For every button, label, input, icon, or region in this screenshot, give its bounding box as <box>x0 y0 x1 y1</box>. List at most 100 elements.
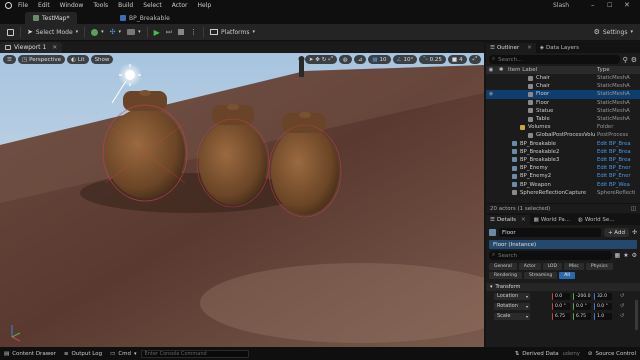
col-item-label[interactable]: Item Label <box>506 67 597 73</box>
menu-select[interactable]: Select <box>138 2 167 9</box>
value-field-y[interactable]: 0.0 ° <box>573 302 591 310</box>
console-input[interactable]: Enter Console Command <box>140 349 249 358</box>
grid-snap[interactable]: ▦ 10 <box>368 55 391 64</box>
edit-blueprint-link[interactable]: Edit BP_Brea <box>597 149 631 155</box>
viewport-options-button[interactable]: ☰ <box>3 55 16 64</box>
details-scrollbar[interactable] <box>635 300 638 330</box>
perspective-button[interactable]: ◳ Perspective <box>17 55 65 64</box>
camera-speed[interactable]: ■ 4 <box>447 55 467 64</box>
value-field-x[interactable]: 0.0 <box>552 292 570 300</box>
value-field-z[interactable]: 32.0 <box>594 292 612 300</box>
scene-render[interactable] <box>0 53 484 347</box>
edit-blueprint-link[interactable]: Edit BP_Brea <box>597 141 631 147</box>
translate-tool[interactable]: ➤ ✥ ↻ ⤢ <box>304 55 337 64</box>
outliner-row[interactable]: Table StaticMeshA <box>486 115 640 123</box>
filter-rendering[interactable]: Rendering <box>489 272 522 279</box>
outliner-row[interactable]: Chair StaticMeshA <box>486 74 640 82</box>
value-field-z[interactable]: 0.0 ° <box>594 302 612 310</box>
unreal-logo-icon[interactable] <box>3 0 13 10</box>
reset-icon[interactable]: ↺ <box>620 293 624 299</box>
tab-world-partition[interactable]: ▦ World Pa... <box>530 215 574 225</box>
outliner-row[interactable]: BP_Breakable Edit BP_Brea <box>486 140 640 148</box>
filter-general[interactable]: General <box>489 263 517 270</box>
property-mode-dropdown[interactable]: Location ▾ <box>494 292 530 300</box>
tab-bp-breakable[interactable]: BP_Breakable <box>112 12 178 24</box>
cinematics-button[interactable]: ▾ <box>124 26 144 39</box>
maximize-icon[interactable]: ☐ <box>607 2 612 9</box>
property-mode-dropdown[interactable]: Rotation ▾ <box>494 302 530 310</box>
favorite-icon[interactable]: ★ <box>623 252 628 259</box>
filter-misc[interactable]: Misc <box>563 263 584 270</box>
source-control-button[interactable]: ⊘ Source Control <box>584 351 640 357</box>
value-field-x[interactable]: 6.75 <box>552 312 570 320</box>
edit-blueprint-link[interactable]: Edit BP_Ener <box>597 165 631 171</box>
menu-tools[interactable]: Tools <box>88 2 113 9</box>
value-field-x[interactable]: 0.0 ° <box>552 302 570 310</box>
filter-all[interactable]: All <box>559 272 575 279</box>
outliner-row[interactable]: ◉ Floor StaticMeshA <box>486 90 640 99</box>
platforms-button[interactable]: Platforms ▾ <box>207 26 258 39</box>
outliner-row[interactable]: SphereReflectionCapture SphereReflecti <box>486 189 640 197</box>
filter-lod[interactable]: LOD <box>542 263 562 270</box>
play-options-button[interactable]: ⋮ <box>187 26 200 39</box>
outliner-row[interactable]: BP_Enemy Edit BP_Ener <box>486 164 640 172</box>
view-options-icon[interactable]: ◫ <box>631 206 636 212</box>
settings-icon[interactable]: ⚙ <box>632 252 637 259</box>
tab-data-layers[interactable]: ◈ Data Layers <box>536 43 583 53</box>
tab-outliner[interactable]: ☰ Outliner ✕ <box>486 43 536 53</box>
add-component-button[interactable]: + Add <box>603 228 629 237</box>
outliner-row[interactable]: BP_Weapon Edit BP_Wea <box>486 180 640 188</box>
filter-streaming[interactable]: Streaming <box>523 272 558 279</box>
tab-world-settings[interactable]: ◍ World Se... <box>574 215 618 225</box>
derived-data-button[interactable]: ⇅ Derived Data <box>511 351 563 357</box>
table-view-icon[interactable]: ▦ <box>615 252 621 259</box>
component-instance-row[interactable]: Floor (Instance) <box>489 240 637 249</box>
outliner-row[interactable]: Statue StaticMeshA <box>486 107 640 115</box>
content-drawer-button[interactable]: ▤ Content Drawer <box>0 351 60 357</box>
value-field-z[interactable]: 1.0 <box>594 312 612 320</box>
outliner-row[interactable]: Chair StaticMeshA <box>486 82 640 90</box>
close-tab-icon[interactable]: ✕ <box>52 44 57 51</box>
mode-selector[interactable]: ➤ Select Mode ▾ <box>24 26 81 39</box>
menu-actor[interactable]: Actor <box>167 2 193 9</box>
close-tab-icon[interactable]: ✕ <box>521 217 526 223</box>
outliner-row[interactable]: BP_Enemy2 Edit BP_Ener <box>486 172 640 180</box>
output-log-button[interactable]: ≡ Output Log <box>60 351 106 357</box>
blueprints-button[interactable]: ✣ ▾ <box>107 26 124 39</box>
filter-physics[interactable]: Physics <box>585 263 613 270</box>
filter-actor[interactable]: Actor <box>518 263 541 270</box>
settings-button[interactable]: ⚙ Settings ▾ <box>591 26 636 39</box>
step-button[interactable]: ⏭ <box>163 26 175 39</box>
blueprint-icon[interactable]: ✣ <box>632 229 637 236</box>
settings-icon[interactable]: ⚙ <box>631 56 637 64</box>
filter-icon[interactable]: ⚲ <box>623 56 628 64</box>
tab-testmap[interactable]: TestMap* <box>25 12 78 24</box>
edit-blueprint-link[interactable]: Edit BP_Ener <box>597 173 631 179</box>
property-mode-dropdown[interactable]: Scale ▾ <box>494 312 530 320</box>
rotation-snap[interactable]: ∠ 10° <box>392 55 418 64</box>
outliner-row[interactable]: GlobalPostProcessVolu PostProcess <box>486 131 640 139</box>
menu-help[interactable]: Help <box>193 2 217 9</box>
menu-build[interactable]: Build <box>113 2 138 9</box>
edit-blueprint-link[interactable]: Edit BP_Brea <box>597 157 631 163</box>
col-type[interactable]: Type <box>597 67 610 73</box>
minimize-icon[interactable]: – <box>591 1 595 9</box>
surface-snap-toggle[interactable]: ⊿ <box>353 55 367 64</box>
menu-edit[interactable]: Edit <box>33 2 55 9</box>
outliner-row[interactable]: Volumes Folder <box>486 123 640 131</box>
stop-button[interactable] <box>175 26 187 39</box>
edit-blueprint-link[interactable]: Edit BP_Wea <box>597 182 630 188</box>
details-search[interactable]: ⌕ Search <box>489 251 612 260</box>
close-icon[interactable]: ✕ <box>624 1 630 9</box>
add-actor-button[interactable]: ▾ <box>88 26 107 39</box>
lit-button[interactable]: ◐ Lit <box>67 55 89 64</box>
outliner-search[interactable]: ⌕ Search... <box>489 55 620 64</box>
menu-window[interactable]: Window <box>55 2 89 9</box>
maximize-viewport-button[interactable]: ⤢ <box>468 55 481 64</box>
show-button[interactable]: Show <box>90 55 114 64</box>
menu-file[interactable]: File <box>13 2 33 9</box>
level-viewport[interactable]: Viewport 1 ✕ ☰ ◳ Perspective ◐ Lit Show … <box>0 42 484 347</box>
world-local-toggle[interactable]: ◍ <box>338 55 352 64</box>
visibility-icon[interactable]: ◉ <box>486 91 496 97</box>
actor-name-field[interactable]: Floor <box>499 228 601 237</box>
